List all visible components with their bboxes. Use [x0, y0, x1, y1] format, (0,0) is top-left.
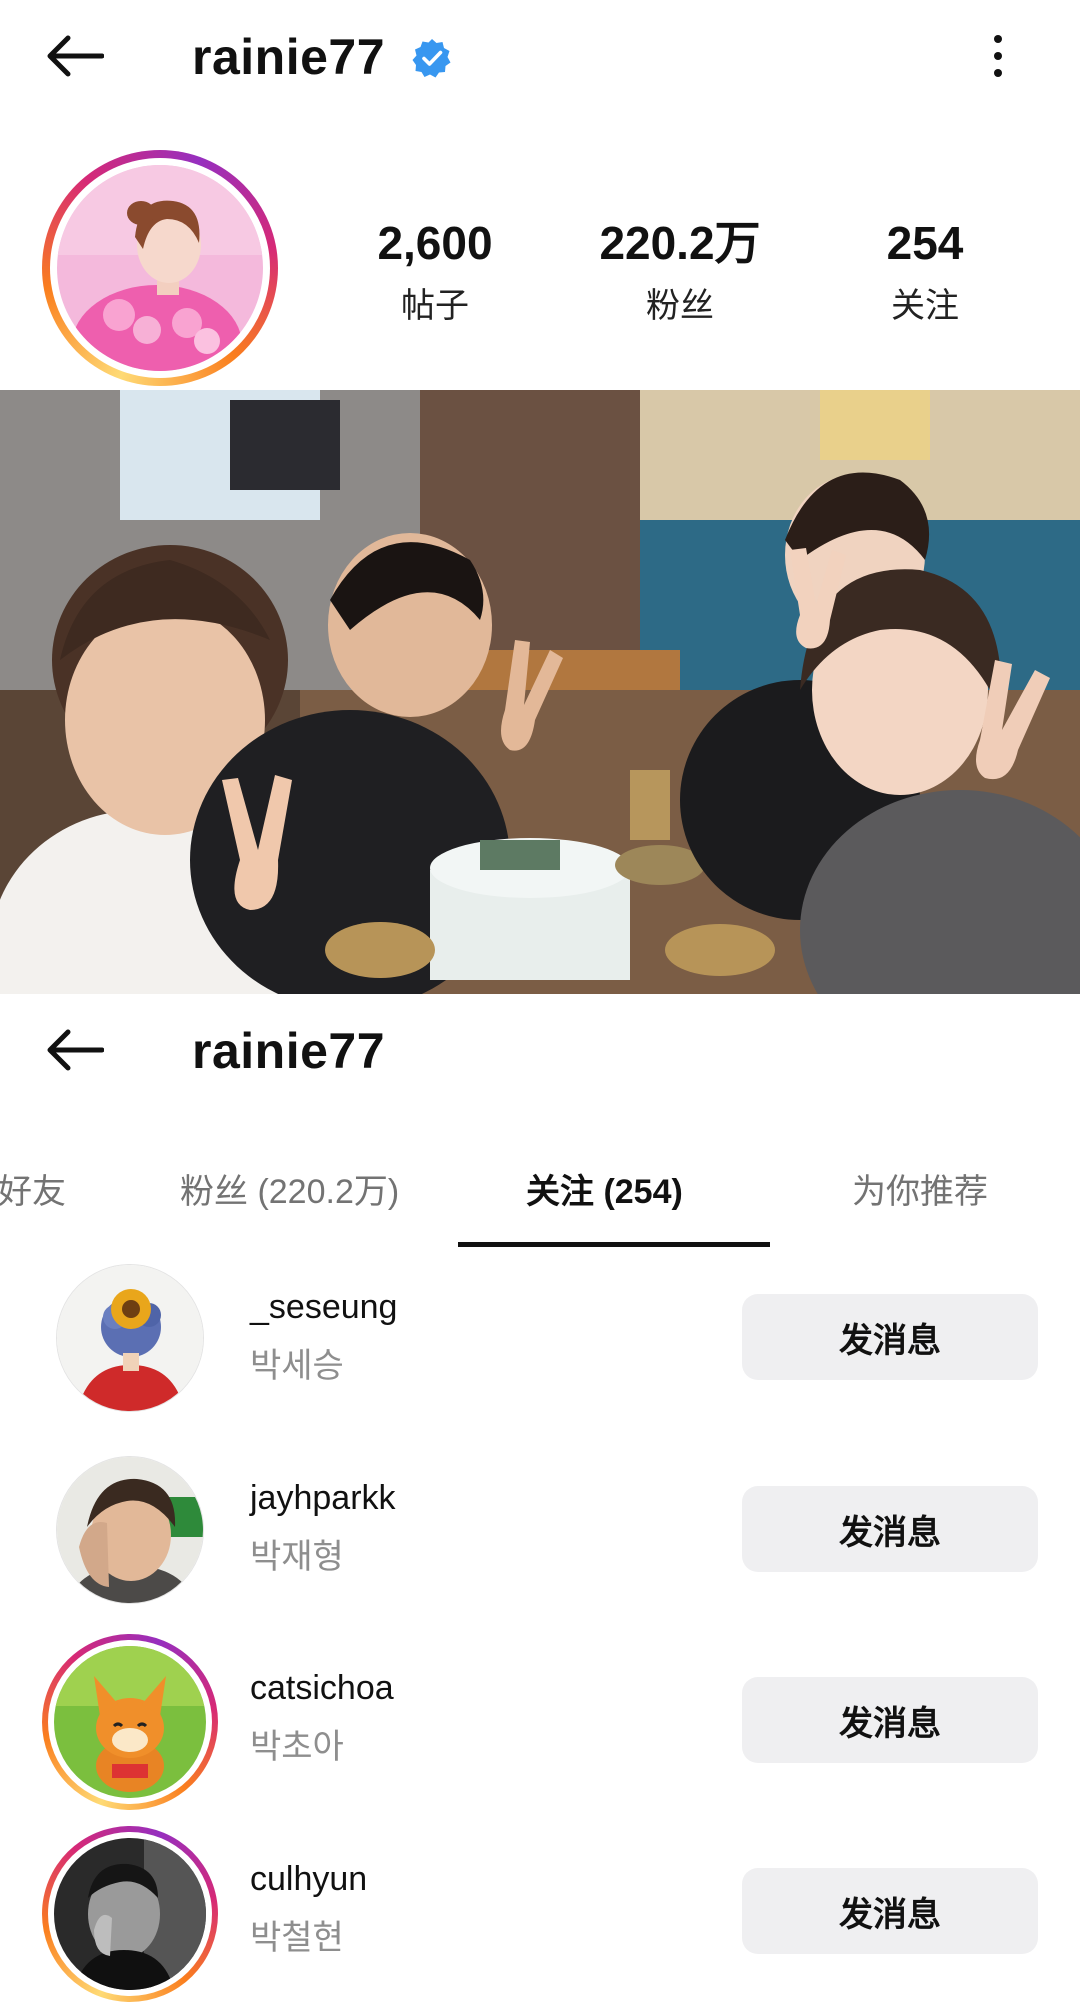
- profile-photo: [57, 165, 263, 371]
- list-item-username[interactable]: _seseung: [250, 1288, 397, 1327]
- list-item-fullname: 박초아: [250, 1728, 344, 1766]
- message-button[interactable]: 发消息: [742, 1486, 1038, 1572]
- list-item-username[interactable]: jayhparkk: [250, 1479, 396, 1518]
- followers-stat[interactable]: 220.2万 粉丝: [560, 220, 800, 327]
- message-button[interactable]: 发消息: [742, 1677, 1038, 1763]
- back-arrow-icon-2[interactable]: [42, 1018, 106, 1082]
- following-stat[interactable]: 254 关注: [820, 220, 1030, 327]
- back-arrow-icon[interactable]: [42, 24, 106, 88]
- avatar[interactable]: [56, 1264, 204, 1412]
- active-tab-indicator: [458, 1242, 770, 1247]
- avatar-with-story[interactable]: [42, 1634, 218, 1810]
- profile-avatar[interactable]: [42, 150, 278, 386]
- list-item-username[interactable]: culhyun: [250, 1860, 367, 1899]
- following-label: 关注: [891, 287, 959, 325]
- posts-stat[interactable]: 2,600 帖子: [330, 220, 540, 327]
- following-count: 254: [886, 217, 964, 269]
- verified-badge-icon: [412, 38, 452, 78]
- tab-following[interactable]: 关注 (254): [526, 1164, 683, 1213]
- list-header-username: rainie77: [192, 1023, 386, 1079]
- tab-mutual-friends[interactable]: 同好友: [0, 1164, 66, 1213]
- list-item-username[interactable]: catsichoa: [250, 1669, 394, 1708]
- more-options-icon[interactable]: [978, 24, 1018, 88]
- group-photo: [0, 390, 1080, 994]
- posts-count: 2,600: [377, 217, 493, 269]
- message-button[interactable]: 发消息: [742, 1294, 1038, 1380]
- message-button[interactable]: 发消息: [742, 1868, 1038, 1954]
- followers-count: 220.2万: [599, 217, 761, 269]
- profile-username: rainie77: [192, 29, 386, 85]
- tab-suggested[interactable]: 为你推荐: [852, 1164, 988, 1213]
- followers-label: 粉丝: [646, 287, 714, 325]
- posts-label: 帖子: [401, 287, 469, 325]
- list-item-fullname: 박철현: [250, 1919, 344, 1957]
- list-item-fullname: 박세승: [250, 1347, 344, 1385]
- list-item-fullname: 박재형: [250, 1538, 344, 1576]
- avatar[interactable]: [56, 1456, 204, 1604]
- avatar-with-story[interactable]: [42, 1826, 218, 2002]
- tab-followers[interactable]: 粉丝 (220.2万): [180, 1164, 399, 1213]
